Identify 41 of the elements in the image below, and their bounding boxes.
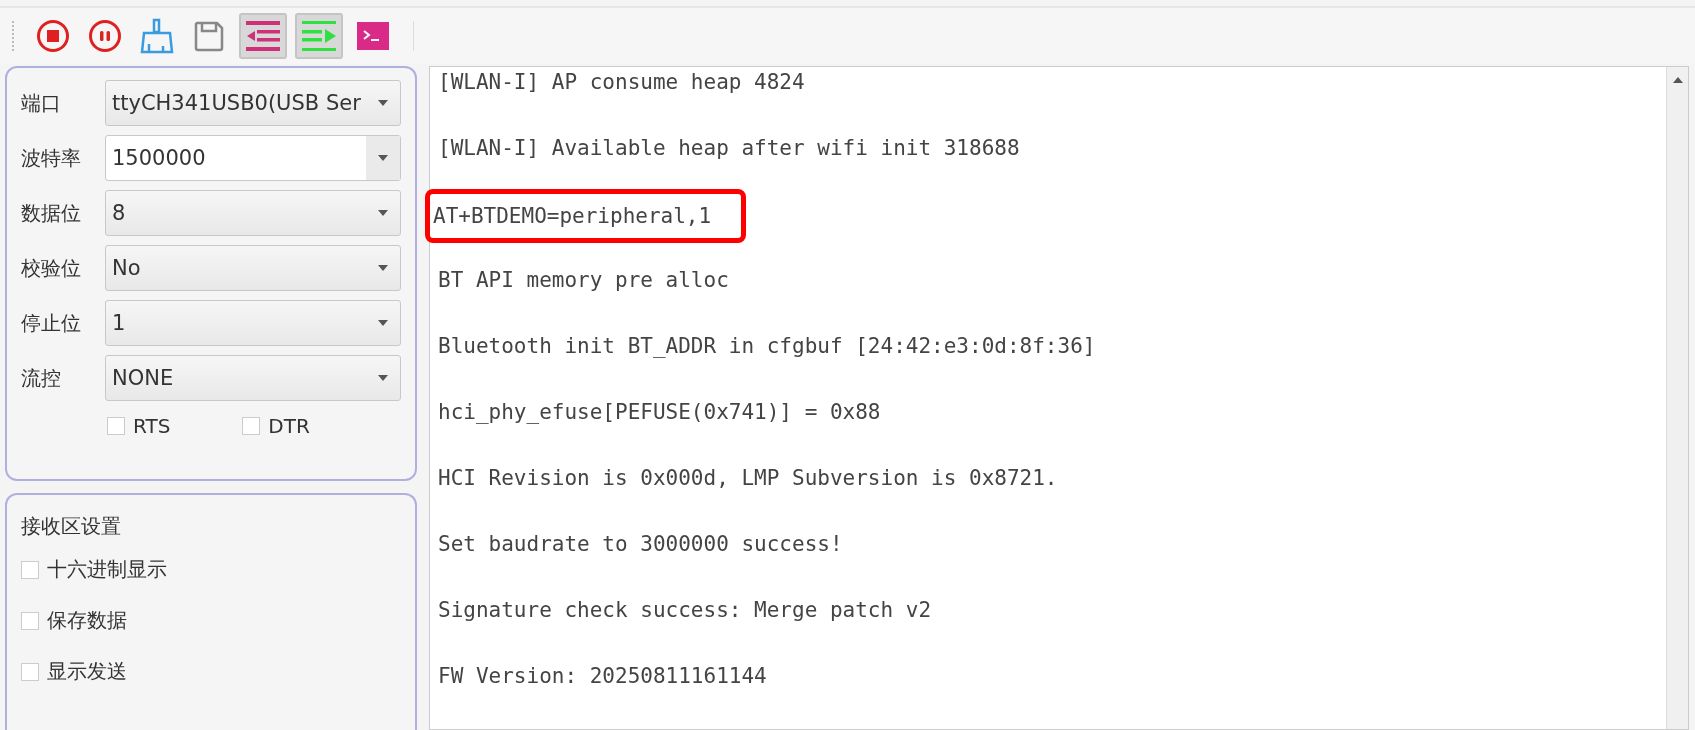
dropdown[interactable]: 1 xyxy=(105,300,401,346)
log-line: Set baudrate to 3000000 success! xyxy=(438,531,844,558)
terminal-icon xyxy=(357,22,389,50)
caret-icon xyxy=(378,155,388,161)
caret-icon xyxy=(378,100,388,106)
pause-icon xyxy=(88,19,122,53)
scrollbar[interactable] xyxy=(1666,67,1688,729)
caret-icon xyxy=(378,375,388,381)
stop-icon xyxy=(36,19,70,53)
checkbox[interactable]: 保存数据 xyxy=(21,607,401,634)
log-line: [WLAN-I] Available heap after wifi init 318688 xyxy=(438,135,1021,162)
broom-icon xyxy=(140,18,174,54)
log-line: FW Version: 20250811161144 xyxy=(438,663,768,690)
field-label: 校验位 xyxy=(21,254,82,282)
checkbox[interactable]: DTR xyxy=(242,414,310,438)
checkbox[interactable]: 显示发送 xyxy=(21,658,401,685)
scroll-up-icon xyxy=(1672,77,1683,83)
caret-icon xyxy=(378,265,388,271)
field-label: 停止位 xyxy=(21,309,82,337)
log-line: hci_phy_efuse[PEFUSE(0x741)] = 0x88 xyxy=(438,399,882,426)
log-line: BT API memory pre alloc xyxy=(438,267,730,294)
log-line: HCI Revision is 0x000d, LMP Subversion is 0x8721. xyxy=(438,465,1059,492)
field-label: 端口 xyxy=(21,89,62,117)
field-label: 流控 xyxy=(21,364,62,392)
checkbox[interactable]: RTS xyxy=(107,414,171,438)
receive-button[interactable] xyxy=(239,13,287,59)
field-label: 波特率 xyxy=(21,144,82,172)
dropdown[interactable]: No xyxy=(105,245,401,291)
dropdown[interactable]: ttyCH341USB0(USB Ser xyxy=(105,80,401,126)
log-line: Signature check success: Merge patch v2 xyxy=(438,597,933,624)
field-label: 数据位 xyxy=(21,199,82,227)
save-icon xyxy=(193,20,225,52)
section-title: 接收区设置 xyxy=(21,513,122,540)
dropdown[interactable]: NONE xyxy=(105,355,401,401)
log-line: [WLAN-I] AP consume heap 4824 xyxy=(438,69,806,96)
caret-icon xyxy=(378,210,388,216)
log-line: Bluetooth init BT_ADDR in cfgbuf [24:42:e3:0d:8f:36] xyxy=(438,333,1097,360)
dropdown[interactable]: 1500000 xyxy=(105,135,401,181)
checkbox[interactable]: 十六进制显示 xyxy=(21,556,401,583)
caret-icon xyxy=(378,320,388,326)
dropdown[interactable]: 8 xyxy=(105,190,401,236)
